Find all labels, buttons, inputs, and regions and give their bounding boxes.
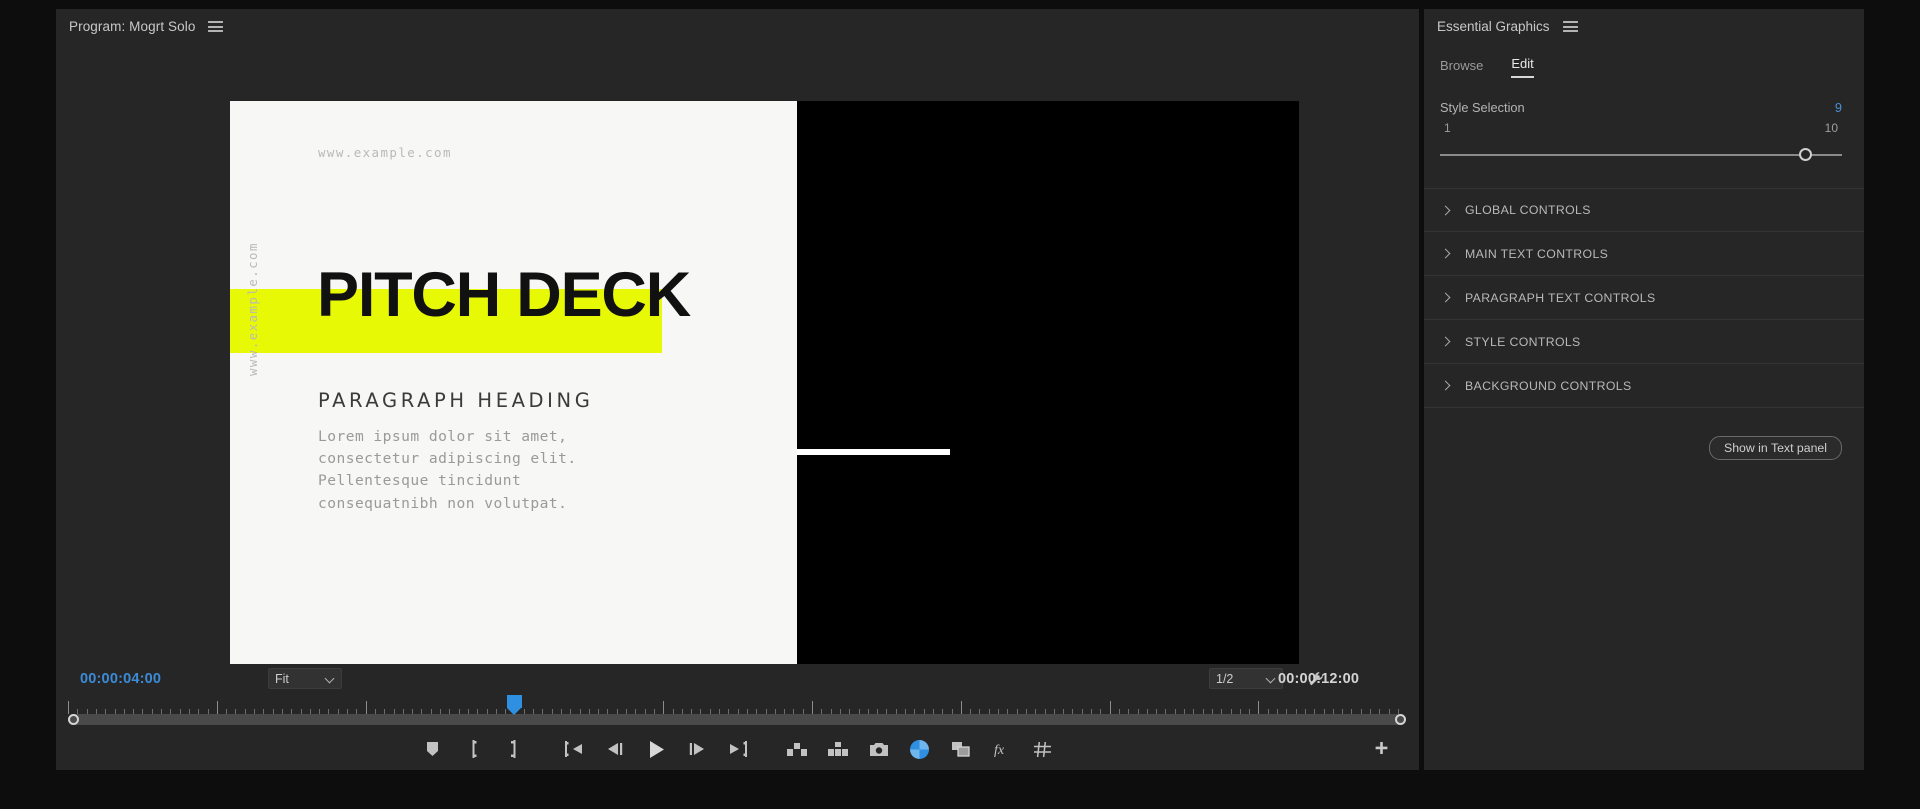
card-url-top: www.example.com [318, 145, 452, 160]
timeline-ruler[interactable] [68, 700, 1406, 714]
chevron-right-icon [1440, 247, 1453, 260]
section-label: PARAGRAPH TEXT CONTROLS [1465, 291, 1656, 305]
ruler-tick [961, 701, 962, 714]
style-selection-slider[interactable] [1440, 148, 1842, 162]
program-monitor-stage[interactable]: www.example.com PITCH DECK PARAGRAPH HEA… [56, 44, 1419, 664]
transport-controls: fx [56, 728, 1419, 770]
style-selection-value[interactable]: 9 [1835, 100, 1842, 115]
section-row[interactable]: PARAGRAPH TEXT CONTROLS [1424, 276, 1864, 320]
chevron-down-icon [326, 674, 335, 683]
section-label: BACKGROUND CONTROLS [1465, 379, 1632, 393]
slider-thumb[interactable] [1799, 148, 1812, 161]
video-frame: www.example.com PITCH DECK PARAGRAPH HEA… [230, 101, 1299, 664]
hamburger-icon[interactable] [208, 20, 223, 33]
eg-panel-footer: Show in Text panel [1424, 408, 1864, 460]
ruler-tick [812, 701, 813, 714]
add-marker-button[interactable] [412, 734, 453, 764]
svg-text:fx: fx [994, 743, 1005, 758]
wipe-line [797, 449, 950, 455]
hamburger-icon[interactable] [1563, 20, 1578, 33]
style-selection-label: Style Selection [1440, 100, 1525, 115]
section-row[interactable]: GLOBAL CONTROLS [1424, 188, 1864, 232]
ruler-tick [366, 701, 367, 714]
style-selection-max: 10 [1825, 121, 1838, 135]
export-frame-button[interactable] [858, 734, 899, 764]
monitor-infobar: 00:00:04:00 Fit 1/2 00:00:12:00 [56, 664, 1419, 696]
step-forward-button[interactable] [676, 734, 717, 764]
style-selection-min: 1 [1444, 121, 1451, 135]
button-editor-button[interactable] [1367, 734, 1395, 762]
ruler-tick [68, 701, 69, 714]
card-url-vertical: www.example.com [245, 242, 260, 376]
playhead[interactable] [507, 695, 522, 715]
mark-out-button[interactable] [494, 734, 535, 764]
ruler-tick [663, 701, 664, 714]
card-body-text: Lorem ipsum dolor sit amet, consectetur … [318, 426, 577, 515]
timeline-scrollbar[interactable] [68, 714, 1406, 725]
tab-edit[interactable]: Edit [1511, 56, 1533, 78]
ruler-tick [1258, 701, 1259, 714]
duration-timecode: 00:00:12:00 [1278, 671, 1359, 687]
program-panel-titlebar: Program: Mogrt Solo [56, 9, 1419, 44]
go-to-in-button[interactable] [553, 734, 594, 764]
section-row[interactable]: STYLE CONTROLS [1424, 320, 1864, 364]
chevron-right-icon [1440, 335, 1453, 348]
chevron-down-icon [1267, 674, 1276, 683]
go-to-out-button[interactable] [717, 734, 758, 764]
chevron-right-icon [1440, 204, 1453, 217]
safe-margins-button[interactable] [1022, 734, 1063, 764]
section-label: MAIN TEXT CONTROLS [1465, 247, 1608, 261]
section-row[interactable]: MAIN TEXT CONTROLS [1424, 232, 1864, 276]
section-row[interactable]: BACKGROUND CONTROLS [1424, 364, 1864, 408]
ruler-tick [1110, 701, 1111, 714]
program-monitor-panel: Program: Mogrt Solo www.example.com PITC… [56, 9, 1419, 770]
card-subheading: PARAGRAPH HEADING [318, 389, 593, 412]
eg-panel-titlebar: Essential Graphics [1424, 9, 1864, 44]
style-selection-header: Style Selection 9 [1440, 100, 1842, 115]
ruler-tick [217, 701, 218, 714]
mogrt-graphic-card: www.example.com PITCH DECK PARAGRAPH HEA… [230, 101, 797, 664]
tab-browse[interactable]: Browse [1440, 58, 1483, 78]
effects-button[interactable]: fx [981, 734, 1022, 764]
card-title: PITCH DECK [317, 264, 690, 327]
eg-panel-body: Style Selection 9 1 10 GLOBAL CONTROLS MA… [1424, 78, 1864, 770]
style-selection-range: 1 10 [1440, 121, 1842, 135]
extract-button[interactable] [817, 734, 858, 764]
current-timecode[interactable]: 00:00:04:00 [80, 671, 161, 687]
lift-button[interactable] [776, 734, 817, 764]
eg-panel-title: Essential Graphics [1437, 19, 1550, 34]
playback-resolution-value: 1/2 [1216, 672, 1259, 686]
essential-graphics-panel: Essential Graphics Browse Edit Style Sel… [1424, 9, 1864, 770]
play-stop-button[interactable] [635, 734, 676, 764]
section-label: STYLE CONTROLS [1465, 335, 1581, 349]
show-in-text-panel-button[interactable]: Show in Text panel [1709, 436, 1842, 460]
timeline-scrubber[interactable] [56, 696, 1419, 728]
chevron-right-icon [1440, 379, 1453, 392]
control-sections: GLOBAL CONTROLS MAIN TEXT CONTROLS PARAGRA… [1424, 188, 1864, 408]
eg-tab-bar: Browse Edit [1424, 44, 1864, 78]
slider-track [1440, 154, 1842, 156]
multicamera-view-button[interactable] [940, 734, 981, 764]
zoom-level-select[interactable]: Fit [268, 668, 342, 689]
program-panel-title: Program: Mogrt Solo [69, 19, 195, 34]
zoom-level-value: Fit [275, 672, 318, 686]
chevron-right-icon [1440, 291, 1453, 304]
section-label: GLOBAL CONTROLS [1465, 203, 1591, 217]
scrollbar-handle-right[interactable] [1395, 714, 1406, 725]
step-back-button[interactable] [594, 734, 635, 764]
scrollbar-handle-left[interactable] [68, 714, 79, 725]
playback-resolution-select[interactable]: 1/2 [1209, 668, 1283, 689]
mark-in-button[interactable] [453, 734, 494, 764]
style-selection-control: Style Selection 9 1 10 [1424, 100, 1864, 162]
comparison-view-button[interactable] [899, 734, 940, 764]
application-window: Program: Mogrt Solo www.example.com PITC… [0, 0, 1920, 809]
